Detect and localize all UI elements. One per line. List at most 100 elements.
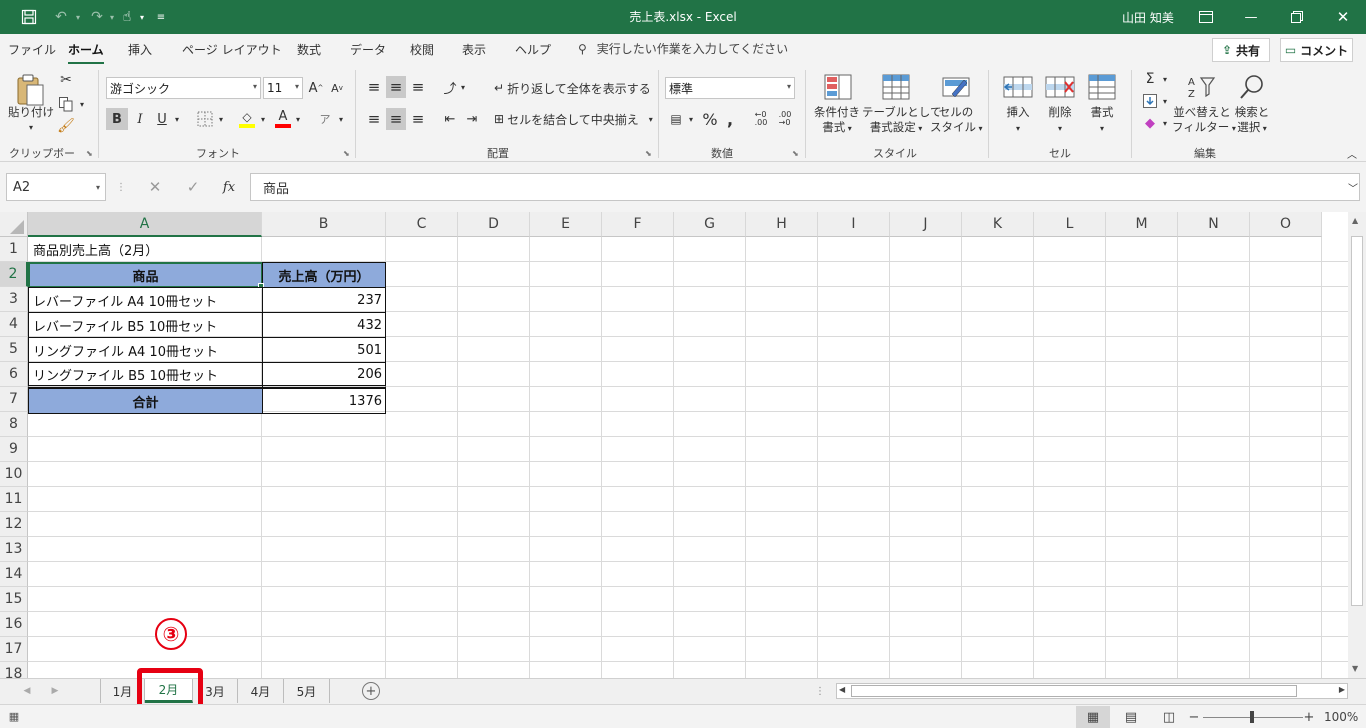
expand-formula-bar-icon[interactable]: ﹀ [1346, 180, 1360, 195]
percent-icon[interactable]: % [700, 109, 720, 129]
cell-total-label[interactable]: 合計 [28, 388, 263, 414]
formula-input[interactable]: 商品 [250, 173, 1360, 201]
orientation-icon[interactable]: ⤴ [440, 76, 460, 98]
enter-icon[interactable]: ✓ [182, 176, 204, 198]
ribbon-display-icon[interactable] [1196, 6, 1216, 28]
undo-dropdown-icon[interactable]: ▾ [72, 6, 84, 28]
cell-styles-icon[interactable] [940, 72, 972, 102]
sort-filter-icon[interactable]: AZ [1184, 72, 1218, 102]
column-header-g[interactable]: G [674, 212, 746, 237]
tab-formulas[interactable]: 数式 [297, 41, 321, 58]
row-header-11[interactable]: 11 [0, 487, 28, 512]
close-button[interactable]: ✕ [1320, 0, 1366, 34]
horizontal-scrollbar[interactable]: ◀ ▶ [836, 683, 1348, 699]
scroll-right-icon[interactable]: ▶ [1339, 685, 1345, 694]
accounting-format-icon[interactable]: ▤ [666, 109, 686, 129]
tab-insert[interactable]: 挿入 [128, 41, 152, 58]
horizontal-scroll-thumb[interactable] [851, 685, 1297, 697]
insert-cells-label[interactable]: 挿入 ▾ [998, 105, 1038, 136]
select-all-button[interactable] [0, 212, 28, 237]
comment-button[interactable]: ▭ コメント [1280, 38, 1353, 62]
tab-page-layout[interactable]: ページ レイアウト [182, 41, 282, 58]
align-center-icon[interactable]: ≡ [386, 108, 406, 130]
find-select-label[interactable]: 検索と 選択 ▾ [1228, 105, 1276, 136]
column-header-k[interactable]: K [962, 212, 1034, 237]
orientation-dropdown-icon[interactable]: ▾ [458, 80, 468, 94]
fill-dropdown-icon[interactable]: ▾ [258, 112, 268, 126]
delete-cells-icon[interactable] [1044, 72, 1076, 102]
decrease-decimal-icon[interactable]: .00 →0 [774, 109, 796, 129]
column-header-n[interactable]: N [1178, 212, 1250, 237]
column-header-f[interactable]: F [602, 212, 674, 237]
format-painter-icon[interactable]: 🖌 [57, 117, 75, 135]
row-header-13[interactable]: 13 [0, 537, 28, 562]
column-header-i[interactable]: I [818, 212, 890, 237]
restore-button[interactable] [1274, 0, 1320, 34]
save-icon[interactable] [18, 6, 40, 28]
decrease-indent-icon[interactable]: ⇤ [440, 108, 460, 130]
autosum-icon[interactable]: Σ [1140, 70, 1160, 88]
touch-mode-icon[interactable]: ☝ [116, 6, 138, 28]
font-color-dropdown-icon[interactable]: ▾ [293, 112, 303, 126]
cell-product-sales[interactable]: 206 [262, 362, 386, 388]
clear-icon[interactable]: ◆ [1140, 114, 1160, 132]
comma-style-icon[interactable]: , [722, 109, 738, 129]
scroll-left-icon[interactable]: ◀ [839, 685, 845, 694]
row-header-4[interactable]: 4 [0, 312, 28, 337]
number-launcher-icon[interactable]: ⬊ [792, 149, 799, 158]
fill-dropdown-icon[interactable]: ▾ [1160, 94, 1170, 108]
paste-icon[interactable] [12, 72, 48, 108]
customize-toolbar-icon[interactable]: ≡ [154, 6, 168, 28]
italic-button[interactable]: I [130, 108, 150, 130]
clear-dropdown-icon[interactable]: ▾ [1160, 116, 1170, 130]
bold-button[interactable]: B [106, 108, 128, 130]
cell-product-name[interactable]: リングファイル A4 10冊セット [28, 337, 263, 363]
underline-button[interactable]: U [152, 108, 172, 130]
row-header-1[interactable]: 1 [0, 237, 28, 262]
format-cells-label[interactable]: 書式 ▾ [1082, 105, 1122, 136]
cancel-icon[interactable]: ✕ [144, 176, 166, 198]
cell-product-sales[interactable]: 432 [262, 312, 386, 338]
font-launcher-icon[interactable]: ⬊ [343, 149, 350, 158]
conditional-formatting-icon[interactable] [822, 72, 854, 102]
row-header-7[interactable]: 7 [0, 387, 28, 412]
autosum-dropdown-icon[interactable]: ▾ [1160, 72, 1170, 86]
cell-a2-header-product[interactable]: 商品 [28, 262, 263, 288]
column-header-d[interactable]: D [458, 212, 530, 237]
scroll-down-icon[interactable]: ▼ [1352, 664, 1358, 673]
cell-product-name[interactable]: リングファイル B5 10冊セット [28, 362, 263, 388]
zoom-in-icon[interactable]: + [1303, 707, 1315, 727]
new-sheet-icon[interactable]: + [362, 682, 380, 700]
row-header-16[interactable]: 16 [0, 612, 28, 637]
format-as-table-label[interactable]: テーブルとして 書式設定 ▾ [862, 105, 941, 136]
row-header-2[interactable]: 2 [0, 262, 28, 287]
redo-icon[interactable]: ↷ [86, 6, 108, 28]
zoom-level[interactable]: 100% [1324, 710, 1358, 724]
increase-decimal-icon[interactable]: ←0.00 [750, 109, 772, 129]
sheet-tab-5[interactable]: 5月 [284, 679, 330, 703]
row-header-14[interactable]: 14 [0, 562, 28, 587]
sheet-tab-4[interactable]: 4月 [238, 679, 284, 703]
minimize-button[interactable]: — [1228, 0, 1274, 34]
align-middle-icon[interactable]: ≡ [386, 76, 406, 98]
conditional-formatting-label[interactable]: 条件付き 書式 ▾ [810, 105, 864, 136]
row-header-3[interactable]: 3 [0, 287, 28, 312]
vertical-scrollbar[interactable]: ▲ ▼ [1348, 212, 1366, 678]
accounting-dropdown-icon[interactable]: ▾ [686, 112, 696, 126]
borders-icon[interactable] [194, 109, 216, 129]
align-bottom-icon[interactable]: ≡ [408, 76, 428, 98]
tell-me-box[interactable]: ⚲ 実行したい作業を入力してください [578, 40, 788, 57]
clipboard-launcher-icon[interactable]: ⬊ [86, 149, 93, 158]
column-header-j[interactable]: J [890, 212, 962, 237]
zoom-slider-thumb[interactable] [1250, 711, 1254, 723]
align-left-icon[interactable]: ≡ [364, 108, 384, 130]
alignment-launcher-icon[interactable]: ⬊ [645, 149, 652, 158]
cell-product-name[interactable]: レバーファイル B5 10冊セット [28, 312, 263, 338]
tab-home[interactable]: ホーム [68, 41, 104, 65]
row-header-9[interactable]: 9 [0, 437, 28, 462]
share-button[interactable]: ⇪ 共有 [1212, 38, 1270, 62]
underline-dropdown-icon[interactable]: ▾ [172, 112, 182, 126]
undo-icon[interactable]: ↶ [50, 6, 72, 28]
macro-record-icon[interactable]: ▦ [6, 709, 22, 723]
fill-color-icon[interactable]: ◇ [236, 108, 258, 130]
